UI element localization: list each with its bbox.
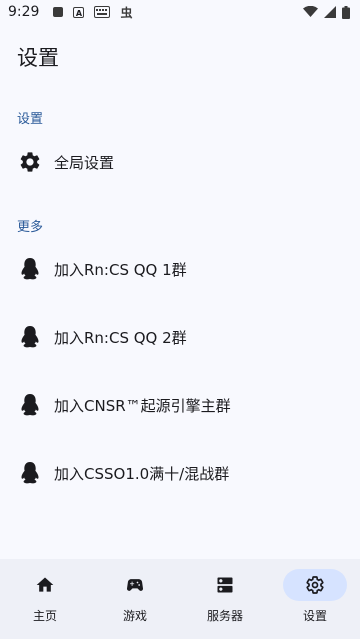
home-icon — [36, 577, 54, 592]
app-glyph-icon: 虫 — [120, 5, 133, 20]
battery-icon — [342, 5, 350, 19]
nav-pill — [103, 569, 167, 601]
server-icon — [217, 577, 233, 593]
join-group-label: 加入Rn:CS QQ 2群 — [54, 328, 187, 347]
gear-icon — [306, 576, 324, 594]
nav-pill — [193, 569, 257, 601]
signal-icon — [324, 6, 336, 18]
wifi-icon — [303, 6, 318, 17]
join-group-label: 加入CSSO1.0满十/混战群 — [54, 464, 230, 483]
square-notification-icon — [53, 7, 64, 17]
nav-pill-active — [283, 569, 347, 601]
page-title: 设置 — [17, 46, 59, 70]
qq-penguin-icon — [18, 393, 42, 417]
join-group-item-4[interactable]: 加入CSSO1.0满十/混战群 — [0, 451, 360, 495]
nav-label: 游戏 — [122, 609, 147, 623]
global-settings-label: 全局设置 — [54, 153, 115, 172]
section-header-more: 更多 — [17, 220, 44, 235]
join-group-item-1[interactable]: 加入Rn:CS QQ 1群 — [0, 247, 360, 291]
status-time: 9:29 — [8, 4, 40, 20]
nav-item-servers[interactable]: 服务器 — [180, 559, 270, 639]
join-group-label: 加入CNSR™起源引擎主群 — [54, 396, 231, 415]
gamepad-icon — [126, 579, 144, 591]
nav-label: 主页 — [32, 609, 57, 623]
status-icons-right — [303, 5, 350, 19]
join-group-item-3[interactable]: 加入CNSR™起源引擎主群 — [0, 383, 360, 427]
nav-label: 设置 — [302, 609, 327, 623]
global-settings-item[interactable]: 全局设置 — [0, 140, 360, 184]
nav-label: 服务器 — [206, 609, 243, 623]
qq-penguin-icon — [18, 461, 42, 485]
nav-item-settings[interactable]: 设置 — [270, 559, 360, 639]
bottom-navigation: 主页 游戏 服务器 设置 — [0, 559, 360, 639]
keyboard-icon — [94, 6, 111, 18]
nav-item-games[interactable]: 游戏 — [90, 559, 180, 639]
font-a-icon: A — [73, 6, 85, 18]
nav-item-home[interactable]: 主页 — [0, 559, 90, 639]
join-group-label: 加入Rn:CS QQ 1群 — [54, 260, 187, 279]
section-header-settings: 设置 — [17, 112, 44, 127]
qq-penguin-icon — [18, 257, 42, 281]
status-icons-left: A 虫 — [53, 4, 132, 21]
nav-pill — [13, 569, 77, 601]
join-group-item-2[interactable]: 加入Rn:CS QQ 2群 — [0, 315, 360, 359]
status-bar: 9:29 A 虫 — [0, 0, 360, 24]
gear-icon — [18, 150, 42, 174]
qq-penguin-icon — [18, 325, 42, 349]
